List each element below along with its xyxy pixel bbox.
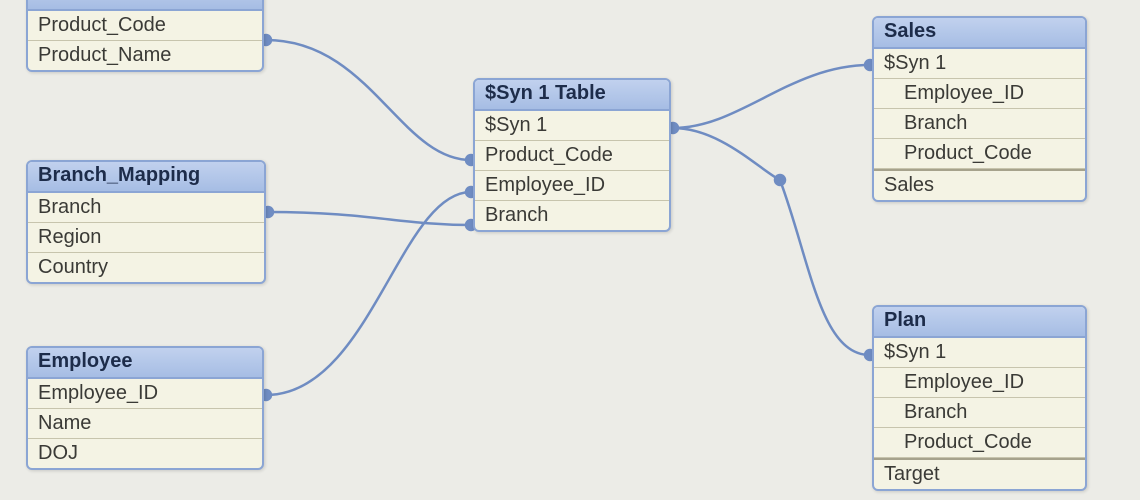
field-doj[interactable]: DOJ (28, 439, 262, 468)
field-sales[interactable]: Sales (874, 169, 1085, 200)
entity-title: Product (28, 0, 262, 11)
field-syn1-group[interactable]: $Syn 1 (874, 338, 1085, 368)
field-product-code[interactable]: Product_Code (28, 11, 262, 41)
field-region[interactable]: Region (28, 223, 264, 253)
diagram-canvas: Product Product_Code Product_Name Branch… (0, 0, 1140, 500)
entity-branch-mapping[interactable]: Branch_Mapping Branch Region Country (26, 160, 266, 284)
entity-fields: $Syn 1 Product_Code Employee_ID Branch (475, 111, 669, 230)
field-branch[interactable]: Branch (28, 193, 264, 223)
entity-syn1-table[interactable]: $Syn 1 Table $Syn 1 Product_Code Employe… (473, 78, 671, 232)
entity-employee[interactable]: Employee Employee_ID Name DOJ (26, 346, 264, 470)
entity-fields: $Syn 1 Employee_ID Branch Product_Code S… (874, 49, 1085, 200)
entity-fields: $Syn 1 Employee_ID Branch Product_Code T… (874, 338, 1085, 489)
field-branch[interactable]: Branch (874, 109, 1085, 139)
field-product-name[interactable]: Product_Name (28, 41, 262, 70)
field-country[interactable]: Country (28, 253, 264, 282)
field-branch[interactable]: Branch (475, 201, 669, 230)
entity-plan[interactable]: Plan $Syn 1 Employee_ID Branch Product_C… (872, 305, 1087, 491)
field-employee-id[interactable]: Employee_ID (874, 368, 1085, 398)
field-syn1-group[interactable]: $Syn 1 (874, 49, 1085, 79)
field-product-code[interactable]: Product_Code (874, 428, 1085, 458)
entity-sales[interactable]: Sales $Syn 1 Employee_ID Branch Product_… (872, 16, 1087, 202)
field-employee-id[interactable]: Employee_ID (28, 379, 262, 409)
entity-fields: Product_Code Product_Name (28, 11, 262, 70)
entity-title: Plan (874, 307, 1085, 338)
field-name[interactable]: Name (28, 409, 262, 439)
field-product-code[interactable]: Product_Code (475, 141, 669, 171)
field-employee-id[interactable]: Employee_ID (475, 171, 669, 201)
field-branch[interactable]: Branch (874, 398, 1085, 428)
entity-title: Sales (874, 18, 1085, 49)
field-product-code[interactable]: Product_Code (874, 139, 1085, 169)
field-syn1[interactable]: $Syn 1 (475, 111, 669, 141)
entity-product[interactable]: Product Product_Code Product_Name (26, 0, 264, 72)
entity-title: $Syn 1 Table (475, 80, 669, 111)
field-employee-id[interactable]: Employee_ID (874, 79, 1085, 109)
entity-fields: Employee_ID Name DOJ (28, 379, 262, 468)
entity-title: Branch_Mapping (28, 162, 264, 193)
entity-title: Employee (28, 348, 262, 379)
entity-fields: Branch Region Country (28, 193, 264, 282)
field-target[interactable]: Target (874, 458, 1085, 489)
